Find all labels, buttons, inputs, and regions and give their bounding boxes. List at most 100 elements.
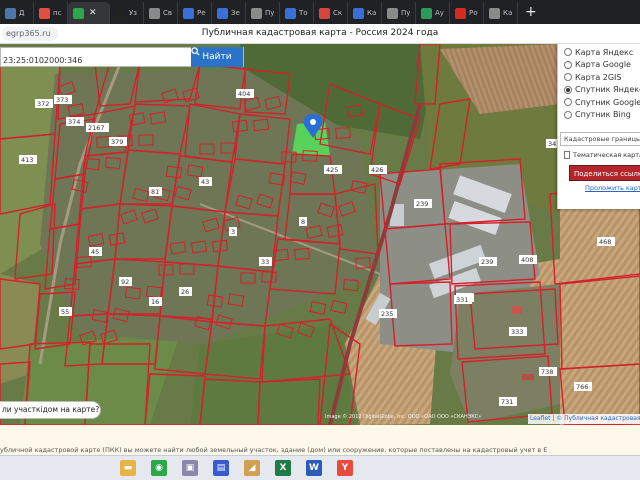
- parcel-label: 81: [151, 188, 159, 196]
- tab-title: Ка: [367, 9, 377, 17]
- parcel-label: 731: [501, 398, 513, 406]
- document-icon: [251, 7, 262, 19]
- tab-title: Пу: [401, 9, 411, 17]
- parcel-label: 374: [68, 118, 80, 126]
- thematic-map-checkbox[interactable]: Тематическая карта: [564, 151, 640, 159]
- cadastral-search-bar: Найти: [0, 47, 244, 70]
- new-tab-button[interactable]: +: [525, 4, 537, 20]
- radio-button[interactable]: [564, 85, 572, 94]
- basemap-option[interactable]: Спутник Bing: [558, 109, 640, 122]
- parcel-label: 92: [121, 278, 129, 286]
- folder-icon[interactable]: ▬: [120, 460, 136, 476]
- basemap-option-label: Спутник Яндекс: [575, 85, 640, 95]
- chrome-icon[interactable]: ◉: [151, 460, 167, 476]
- page-title: Публичная кадастровая карта - Россия 202…: [201, 28, 439, 38]
- basemap-option-label: Карта 2GIS: [575, 72, 622, 82]
- green-check-icon: [73, 7, 84, 19]
- parcel-label: 468: [599, 238, 611, 246]
- cadastral-number-input[interactable]: [1, 51, 187, 70]
- basemap-option-label: Карта Яндекс: [575, 47, 634, 57]
- word-icon[interactable]: W: [306, 460, 322, 476]
- parcel-label: 408: [521, 256, 533, 264]
- red-circle-icon: [319, 7, 330, 19]
- shield-icon: [353, 7, 364, 19]
- radio-button[interactable]: [564, 98, 572, 107]
- parcel-label: 425: [326, 166, 338, 174]
- parcel-label: 373: [56, 96, 68, 104]
- browser-toolbar: egrp365.ru Публичная кадастровая карта -…: [0, 24, 640, 44]
- tab-title: Ау: [435, 9, 444, 17]
- browser-tab[interactable]: Зе: [212, 2, 246, 24]
- satellite-map-canvas[interactable]: 4134043432167372373374425426239239333333…: [0, 44, 640, 425]
- basemap-option-label: Спутник Google: [575, 97, 640, 107]
- dark-square-icon: [115, 7, 126, 19]
- parcel-label: 426: [371, 166, 383, 174]
- browser-tab[interactable]: То: [280, 2, 314, 24]
- browser-tab[interactable]: Уз: [110, 2, 144, 24]
- tab-title: Уз: [129, 9, 137, 17]
- parcel-label: 738: [541, 368, 553, 376]
- parcel-label: 239: [416, 200, 428, 208]
- parcel-label: 2167: [88, 124, 105, 132]
- os-taskbar: ▬ ◉ ▣ ▤ ◢ X W Y: [0, 455, 640, 480]
- parcel-label: 16: [151, 298, 159, 306]
- browser-tab[interactable]: Ка: [348, 2, 382, 24]
- cadastral-map[interactable]: 4134043432167372373374425426239239333333…: [0, 44, 640, 425]
- radio-button[interactable]: [564, 48, 572, 57]
- description-text: убличной кадастровой карте (ПКК) вы може…: [0, 446, 548, 454]
- photos-icon[interactable]: ◢: [244, 460, 260, 476]
- shield-icon: [217, 7, 228, 19]
- excel-icon[interactable]: X: [275, 460, 291, 476]
- parcel-label: 55: [61, 308, 69, 316]
- browser-tab[interactable]: Ау: [416, 2, 450, 24]
- browser-tab[interactable]: Ре: [178, 2, 212, 24]
- basemap-option[interactable]: Карта Google: [558, 59, 640, 72]
- browser-tab[interactable]: пс: [34, 2, 68, 24]
- browser-tab[interactable]: Ро: [450, 2, 484, 24]
- browser-tab[interactable]: Св: [144, 2, 178, 24]
- parcel-label: 766: [576, 383, 588, 391]
- basemap-option[interactable]: Спутник Google: [558, 96, 640, 109]
- tab-title: То: [299, 9, 308, 17]
- search-icon: [191, 47, 200, 56]
- browser-tab[interactable]: ✕: [68, 2, 110, 24]
- close-tab-icon[interactable]: ✕: [89, 8, 97, 18]
- image-icon[interactable]: ▣: [182, 460, 198, 476]
- tab-title: Ро: [469, 9, 478, 17]
- browser-tab[interactable]: Пу: [382, 2, 416, 24]
- tab-title: Д: [19, 9, 25, 17]
- radio-button[interactable]: [564, 73, 572, 82]
- store-icon[interactable]: ▤: [213, 460, 229, 476]
- checkbox-box[interactable]: [564, 151, 571, 159]
- browser-tab[interactable]: Ка: [484, 2, 518, 24]
- basemap-option[interactable]: Карта Яндекс: [558, 46, 640, 59]
- red-circle-icon: [39, 7, 50, 19]
- browser-tab[interactable]: Ск: [314, 2, 348, 24]
- basemap-option[interactable]: Карта 2GIS: [558, 71, 640, 84]
- document-icon: [149, 7, 160, 19]
- borders-select[interactable]: Кадастровые границы: [560, 132, 640, 146]
- basemap-option-label: Спутник Bing: [575, 110, 631, 120]
- find-button[interactable]: Найти: [191, 47, 243, 67]
- radio-button[interactable]: [564, 110, 572, 119]
- yandex-browser-icon[interactable]: Y: [337, 460, 353, 476]
- parcel-label: 45: [91, 248, 99, 256]
- help-question-button[interactable]: ли участкiдом на карте?: [0, 401, 101, 419]
- roof: [522, 374, 534, 380]
- browser-tab[interactable]: Д: [0, 2, 34, 24]
- tab-title: Ск: [333, 9, 343, 17]
- tab-title: Пу: [265, 9, 275, 17]
- gov-icon: [421, 7, 432, 19]
- radio-button[interactable]: [564, 60, 572, 69]
- parcel-label: 331: [456, 296, 468, 304]
- build-route-link[interactable]: Проложить карту: [585, 184, 640, 192]
- parcel-label: 26: [181, 288, 189, 296]
- map-attribution[interactable]: Leaflet | © Публичная кадастровая: [528, 414, 640, 424]
- tab-title: Зе: [231, 9, 240, 17]
- basemap-option[interactable]: Спутник Яндекс: [558, 84, 640, 97]
- browser-tab[interactable]: Пу: [246, 2, 280, 24]
- document-icon: [489, 7, 500, 19]
- share-link-button[interactable]: Поделиться ссылкой: [569, 165, 640, 181]
- layers-panel: Карта Яндекс Карта Google Карта 2GIS Спутни…: [557, 44, 640, 209]
- imagery-copyright: Image © 2012 DigitalGlobe, Inc. ООО «ОАО…: [325, 414, 482, 420]
